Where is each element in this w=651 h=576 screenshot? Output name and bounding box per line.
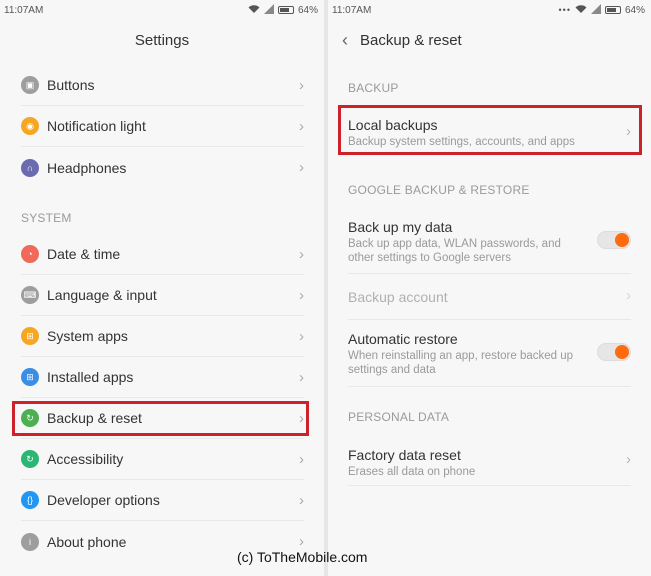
settings-item-system-apps[interactable]: ⊞ System apps › — [21, 316, 304, 357]
back-up-my-data-item[interactable]: Back up my data Back up app data, WLAN p… — [348, 208, 631, 274]
settings-item-notification-light[interactable]: ◉ Notification light › — [21, 106, 304, 147]
chevron-right-icon: › — [626, 451, 631, 468]
section-personal-data: PERSONAL DATA — [348, 410, 450, 424]
settings-item-accessibility[interactable]: ↻ Accessibility › — [21, 439, 304, 480]
wifi-icon — [248, 4, 260, 17]
backup-reset-screen: 11:07AM ••• 64% ‹ Backup & reset BACKUP … — [328, 0, 651, 576]
chevron-right-icon: › — [299, 245, 304, 263]
automatic-restore-item[interactable]: Automatic restore When reinstalling an a… — [348, 320, 631, 387]
system-apps-icon: ⊞ — [21, 327, 39, 345]
chevron-right-icon: › — [299, 286, 304, 304]
automatic-restore-toggle[interactable] — [597, 343, 631, 361]
settings-item-language-input[interactable]: ⌨ Language & input › — [21, 275, 304, 316]
settings-screen: 11:07AM 64% Settings ▣ Buttons › ◉ Notif… — [0, 0, 324, 576]
installed-apps-icon: ⊞ — [21, 368, 39, 386]
chevron-right-icon: › — [299, 327, 304, 345]
highlight-local-backups — [338, 105, 642, 155]
signal-icon — [590, 3, 601, 17]
status-bar: 11:07AM ••• 64% — [328, 0, 651, 20]
developer-icon: {} — [21, 491, 39, 509]
page-title: Backup & reset — [360, 31, 462, 49]
more-notifications-icon: ••• — [558, 5, 571, 15]
settings-item-installed-apps[interactable]: ⊞ Installed apps › — [21, 357, 304, 398]
chevron-right-icon: › — [299, 117, 304, 135]
section-system: SYSTEM — [21, 211, 72, 225]
settings-item-date-time[interactable]: ◔ Date & time › — [21, 234, 304, 275]
buttons-icon: ▣ — [21, 76, 39, 94]
headphones-icon: ∩ — [21, 158, 39, 177]
battery-icon — [604, 6, 621, 14]
chevron-right-icon: › — [299, 491, 304, 509]
status-time: 11:07AM — [4, 4, 44, 16]
section-google-backup-restore: GOOGLE BACKUP & RESTORE — [348, 183, 530, 197]
factory-data-reset-item[interactable]: Factory data reset Erases all data on ph… — [348, 436, 631, 486]
back-arrow-icon[interactable]: ‹ — [342, 31, 348, 49]
signal-icon — [263, 3, 274, 17]
accessibility-icon: ↻ — [21, 450, 39, 468]
back-up-my-data-toggle[interactable] — [597, 231, 631, 249]
chevron-right-icon: › — [299, 533, 304, 550]
chevron-right-icon: › — [626, 287, 631, 304]
battery-percent: 64% — [297, 4, 318, 16]
language-icon: ⌨ — [21, 286, 39, 304]
toggle-knob — [615, 345, 629, 359]
notification-light-icon: ◉ — [21, 117, 39, 135]
battery-percent: 64% — [624, 4, 645, 16]
about-icon: i — [21, 532, 39, 551]
wifi-icon — [575, 4, 587, 17]
settings-item-headphones[interactable]: ∩ Headphones › — [21, 147, 304, 188]
section-backup: BACKUP — [348, 81, 399, 95]
page-title: Settings — [134, 31, 190, 49]
status-time: 11:07AM — [332, 4, 372, 16]
settings-item-buttons[interactable]: ▣ Buttons › — [21, 65, 304, 106]
title-bar: ‹ Backup & reset — [328, 20, 651, 60]
clock-icon: ◔ — [21, 245, 39, 263]
toggle-knob — [615, 233, 629, 247]
chevron-right-icon: › — [299, 368, 304, 386]
settings-item-developer-options[interactable]: {} Developer options › — [21, 480, 304, 521]
chevron-right-icon: › — [299, 450, 304, 468]
battery-icon — [277, 6, 294, 14]
backup-account-item[interactable]: Backup account › — [348, 274, 631, 320]
chevron-right-icon: › — [299, 159, 304, 176]
watermark-caption: (c) ToTheMobile.com — [237, 549, 368, 565]
highlight-backup-reset — [12, 401, 309, 436]
status-bar: 11:07AM 64% — [0, 0, 324, 20]
chevron-right-icon: › — [299, 76, 304, 94]
